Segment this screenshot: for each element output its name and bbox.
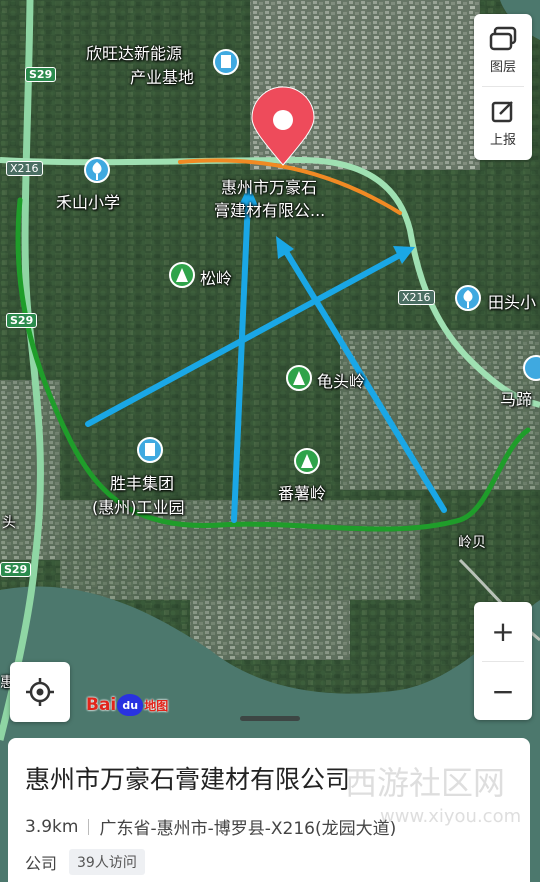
zoom-in-button[interactable]: + <box>474 602 532 661</box>
map-label-xinwangda-line1[interactable]: 欣旺达新能源 <box>86 40 182 64</box>
logo-text-bai: Bai <box>86 695 117 715</box>
place-meta-row: 3.9km 广东省-惠州市-博罗县-X216(龙园大道) <box>25 814 397 840</box>
layers-button[interactable]: 图层 <box>474 14 532 86</box>
logo-paw-icon: du <box>117 694 144 716</box>
report-label: 上报 <box>489 132 516 148</box>
map-label-company-line1[interactable]: 惠州市万豪石 <box>221 174 317 198</box>
road-shield-s29: S29 <box>0 562 32 577</box>
layers-label: 图层 <box>489 59 516 75</box>
map-label-shengfeng-line1[interactable]: 胜丰集团 <box>110 470 174 494</box>
school-icon-tiantou[interactable] <box>455 285 481 311</box>
layers-icon <box>489 26 517 50</box>
map-label-mati[interactable]: 马蹄 <box>500 386 532 410</box>
map-label-lingbei[interactable]: 岭贝 <box>458 532 486 552</box>
building-icon[interactable] <box>213 49 239 75</box>
road-shield-x216: X216 <box>398 290 435 305</box>
place-name: 惠州市万豪石膏建材有限公司 <box>25 765 351 794</box>
visits-badge: 39人访问 <box>69 849 145 875</box>
category-text: 公司 <box>25 854 58 873</box>
map-label-fanshuling[interactable]: 番薯岭 <box>278 480 326 504</box>
edit-icon <box>491 100 513 122</box>
locate-button[interactable] <box>10 662 70 722</box>
road-shield-s29: S29 <box>25 67 57 82</box>
logo-text-du: du <box>122 698 139 712</box>
map-label-shengfeng-line2[interactable]: (惠州)工业园 <box>92 494 185 518</box>
address-text: 广东省-惠州市-博罗县-X216(龙园大道) <box>99 819 397 839</box>
map-tools-panel: 图层 上报 <box>474 14 532 160</box>
baidu-map-logo: Bai du 地图 <box>86 694 168 716</box>
mountain-icon-songling[interactable] <box>169 262 195 288</box>
map-label-tou: 头 <box>2 515 16 531</box>
building-icon-shengfeng[interactable] <box>137 437 163 463</box>
school-icon[interactable] <box>84 157 110 183</box>
road-shield-x216: X216 <box>6 161 43 176</box>
map-label-guitouling[interactable]: 龟头岭 <box>317 368 365 392</box>
locate-icon <box>26 678 54 706</box>
map-label-songling[interactable]: 松岭 <box>200 265 232 289</box>
map-label-heshan-school[interactable]: 禾山小学 <box>56 189 120 213</box>
distance-text: 3.9km <box>25 816 79 837</box>
zoom-out-button[interactable]: − <box>474 662 532 720</box>
poi-icon-mati[interactable] <box>523 355 540 381</box>
road-shield-s29: S29 <box>6 313 38 328</box>
mountain-icon-fanshuling[interactable] <box>294 448 320 474</box>
watermark-title: 西游社区网 <box>345 764 506 802</box>
report-button[interactable]: 上报 <box>474 87 532 159</box>
meta-divider <box>88 818 90 835</box>
mountain-icon-guitouling[interactable] <box>286 365 312 391</box>
zoom-controls: + − <box>474 602 532 720</box>
map-label-company-line2[interactable]: 膏建材有限公... <box>214 197 325 221</box>
logo-text-map: 地图 <box>144 698 169 713</box>
watermark-url: www.xiyou.com <box>380 806 522 827</box>
map-label-xinwangda-line2[interactable]: 产业基地 <box>130 64 194 88</box>
map-label-tiantou[interactable]: 田头小 <box>488 289 536 313</box>
drag-handle[interactable] <box>240 716 300 721</box>
place-tags-row: 公司 39人访问 <box>25 849 145 875</box>
